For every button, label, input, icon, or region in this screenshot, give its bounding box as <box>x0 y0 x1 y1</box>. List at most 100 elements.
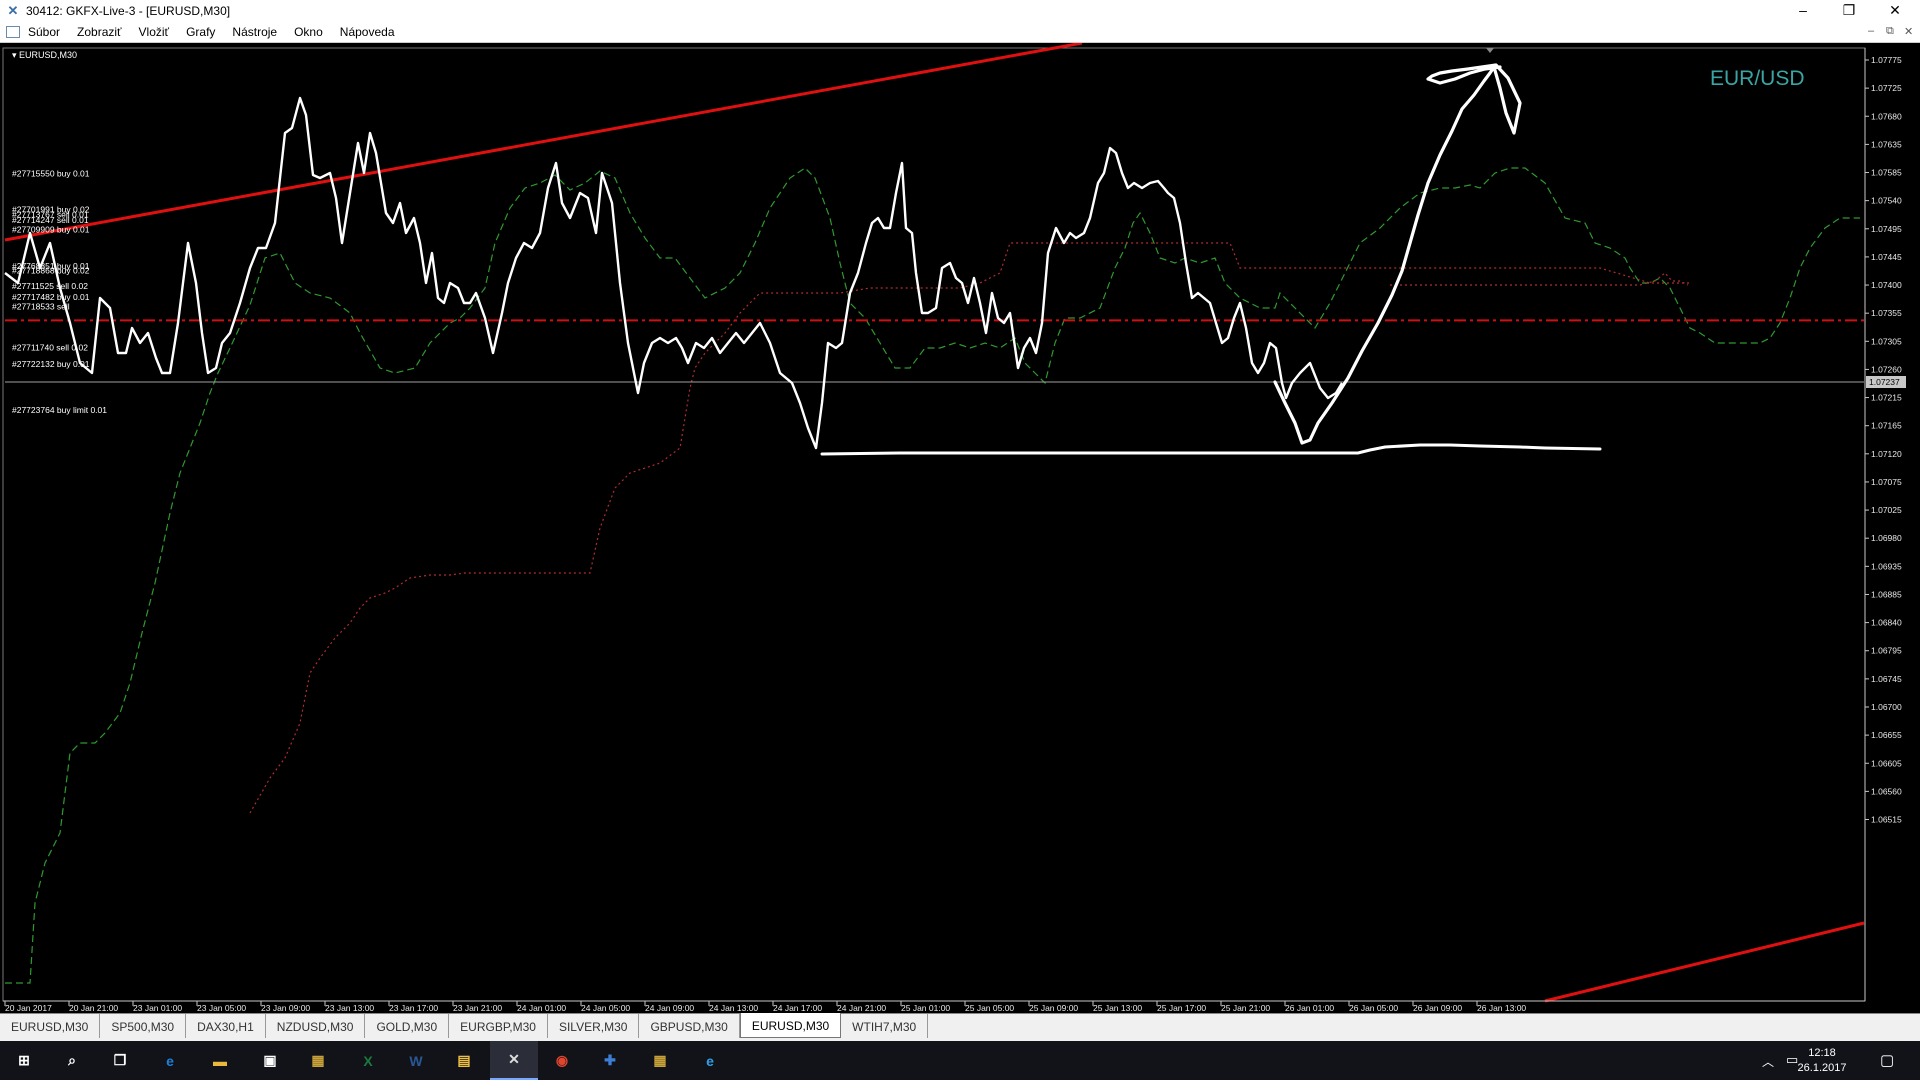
file-explorer-icon: ▬ <box>213 1052 227 1069</box>
order-label: #27718533 sell <box>12 302 70 312</box>
restore-button[interactable]: ❐ <box>1826 0 1872 22</box>
price-axis: 1.07775 1.07725 1.07680 1.07635 1.07585 1.075… <box>1864 48 1902 1001</box>
price-tick-label: 1.07355 <box>1871 308 1902 318</box>
time-tick-label: 20 Jan 21:00 <box>69 1003 118 1013</box>
price-tick-label: 1.06980 <box>1871 533 1902 543</box>
close-button[interactable]: ✕ <box>1872 0 1918 22</box>
price-tick-label: 1.06700 <box>1871 702 1902 712</box>
tab-eurgbp-m30[interactable]: EURGBP,M30 <box>449 1014 548 1038</box>
tab-wtih7-m30[interactable]: WTIH7,M30 <box>841 1014 929 1038</box>
tab-gbpusd-m30[interactable]: GBPUSD,M30 <box>639 1014 740 1038</box>
price-tick-label: 1.06655 <box>1871 730 1902 740</box>
order-label: #27709909 buy 0.01 <box>12 224 90 234</box>
mdi-restore-button[interactable]: ⧉ <box>1886 25 1894 38</box>
time-tick-label: 25 Jan 13:00 <box>1093 1003 1142 1013</box>
taskbar-button-store[interactable]: ▣ <box>246 1041 294 1080</box>
price-tick-label: 1.07075 <box>1871 477 1902 487</box>
time-tick-label: 23 Jan 01:00 <box>133 1003 182 1013</box>
order-label: #27722132 buy 0.01 <box>12 359 90 369</box>
taskbar-button-edge[interactable]: e <box>146 1041 194 1080</box>
mdi-minimize-button[interactable]: – <box>1868 25 1874 37</box>
clock-time: 12:18 <box>1808 1046 1836 1059</box>
time-tick-label: 26 Jan 05:00 <box>1349 1003 1398 1013</box>
app2-icon: ▦ <box>653 1052 667 1068</box>
price-tick-label: 1.07120 <box>1871 449 1902 459</box>
taskbar-button-chrome[interactable]: ◉ <box>538 1041 586 1080</box>
minimize-button[interactable]: – <box>1780 0 1826 22</box>
word-icon: W <box>409 1052 423 1069</box>
ie-icon: e <box>706 1052 714 1069</box>
menu-tools[interactable]: Nástroje <box>232 25 277 39</box>
start-icon: ⊞ <box>18 1052 30 1068</box>
chart-window-icon[interactable] <box>6 26 20 38</box>
taskbar-button-word[interactable]: W <box>392 1041 440 1080</box>
menu-file[interactable]: Súbor <box>28 25 60 39</box>
taskbar-button-task-view[interactable]: ❐ <box>96 1041 144 1080</box>
time-tick-label: 24 Jan 17:00 <box>773 1003 822 1013</box>
tray-chevron-icon[interactable]: ︿ <box>1762 1053 1774 1070</box>
network-app-icon: ✚ <box>604 1052 616 1068</box>
tab-nzdusd-m30[interactable]: NZDUSD,M30 <box>266 1014 366 1038</box>
windows-taskbar: ⊞ ⌕ ❐ e ▬ ▣ ▦ X W ▤ ✕ ◉ ✚ ▦ e ︿ ▭ 12:18 26.1.2017 ▢ <box>0 1041 1920 1080</box>
time-tick-label: 26 Jan 13:00 <box>1477 1003 1526 1013</box>
taskbar-clock[interactable]: 12:18 26.1.2017 <box>1790 1041 1854 1080</box>
chrome-icon: ◉ <box>555 1052 569 1068</box>
folder-icon: ▤ <box>457 1052 471 1068</box>
taskbar-button-metatrader[interactable]: ✕ <box>490 1041 538 1080</box>
price-tick-label: 1.07495 <box>1871 224 1902 234</box>
order-label: #27723764 buy limit 0.01 <box>12 405 107 415</box>
taskbar-button-folder[interactable]: ▤ <box>440 1041 488 1080</box>
time-tick-label: 20 Jan 2017 <box>5 1003 52 1013</box>
menu-insert[interactable]: Vložiť <box>139 25 170 39</box>
price-tick-label: 1.07725 <box>1871 83 1902 93</box>
time-tick-label: 23 Jan 13:00 <box>325 1003 374 1013</box>
chart-area[interactable]: 1.07237 #27715550 buy 0.01 #27701991 buy … <box>0 43 1920 1013</box>
action-center-icon[interactable]: ▢ <box>1880 1051 1894 1069</box>
taskbar-button-network-app[interactable]: ✚ <box>586 1041 634 1080</box>
plot-frame <box>2 47 1866 1002</box>
price-tick-label: 1.07775 <box>1871 55 1902 65</box>
menu-view[interactable]: Zobraziť <box>77 25 122 39</box>
taskbar-button-excel[interactable]: X <box>344 1041 392 1080</box>
time-tick-label: 24 Jan 05:00 <box>581 1003 630 1013</box>
time-tick-label: 25 Jan 21:00 <box>1221 1003 1270 1013</box>
taskbar-button-file-explorer[interactable]: ▬ <box>196 1041 244 1080</box>
taskbar-button-search[interactable]: ⌕ <box>48 1041 96 1080</box>
taskbar-button-ie[interactable]: e <box>686 1041 734 1080</box>
price-tick-label: 1.07635 <box>1871 139 1902 149</box>
time-tick-label: 25 Jan 09:00 <box>1029 1003 1078 1013</box>
price-tick-label: 1.07305 <box>1871 336 1902 346</box>
taskbar-button-app[interactable]: ▦ <box>294 1041 342 1080</box>
pair-watermark: EUR/USD <box>1710 67 1805 90</box>
app-icon: ▦ <box>311 1052 325 1068</box>
time-tick-label: 23 Jan 05:00 <box>197 1003 246 1013</box>
search-icon: ⌕ <box>68 1052 76 1068</box>
price-chart[interactable]: 1.07237 #27715550 buy 0.01#27701991 buy … <box>0 43 1920 1013</box>
metatrader-icon: ✕ <box>508 1051 520 1067</box>
time-tick-label: 25 Jan 05:00 <box>965 1003 1014 1013</box>
menu-help[interactable]: Nápoveda <box>340 25 395 39</box>
taskbar-button-app2[interactable]: ▦ <box>636 1041 684 1080</box>
order-label: #27718868 buy 0.02 <box>12 266 90 276</box>
price-tick-label: 1.06515 <box>1871 815 1902 825</box>
price-tick-label: 1.07215 <box>1871 393 1902 403</box>
time-tick-label: 24 Jan 09:00 <box>645 1003 694 1013</box>
menu-window[interactable]: Okno <box>294 25 323 39</box>
time-tick-label: 24 Jan 13:00 <box>709 1003 758 1013</box>
current-price-label: 1.07237 <box>1869 377 1900 387</box>
menu-charts[interactable]: Grafy <box>186 25 215 39</box>
tab-sp500-m30[interactable]: SP500,M30 <box>100 1014 187 1038</box>
tab-silver-m30[interactable]: SILVER,M30 <box>548 1014 640 1038</box>
tab-eurusd-m30-active[interactable]: EURUSD,M30 <box>739 1013 842 1038</box>
tab-dax30-h1[interactable]: DAX30,H1 <box>186 1014 266 1038</box>
time-axis: 20 Jan 2017 20 Jan 21:00 23 Jan 01:00 23 Ja… <box>3 1000 1865 1013</box>
order-label: #27711740 sell 0.02 <box>12 342 88 352</box>
taskbar-button-start[interactable]: ⊞ <box>0 1041 48 1080</box>
time-tick-label: 23 Jan 21:00 <box>453 1003 502 1013</box>
tab-gold-m30[interactable]: GOLD,M30 <box>365 1014 450 1038</box>
tab-eurusd-m30[interactable]: EURUSD,M30 <box>0 1014 101 1038</box>
metatrader-app-icon: ✕ <box>7 3 19 18</box>
mdi-close-button[interactable]: ✕ <box>1904 25 1913 38</box>
price-tick-label: 1.06560 <box>1871 786 1902 796</box>
price-tick-label: 1.06935 <box>1871 561 1902 571</box>
